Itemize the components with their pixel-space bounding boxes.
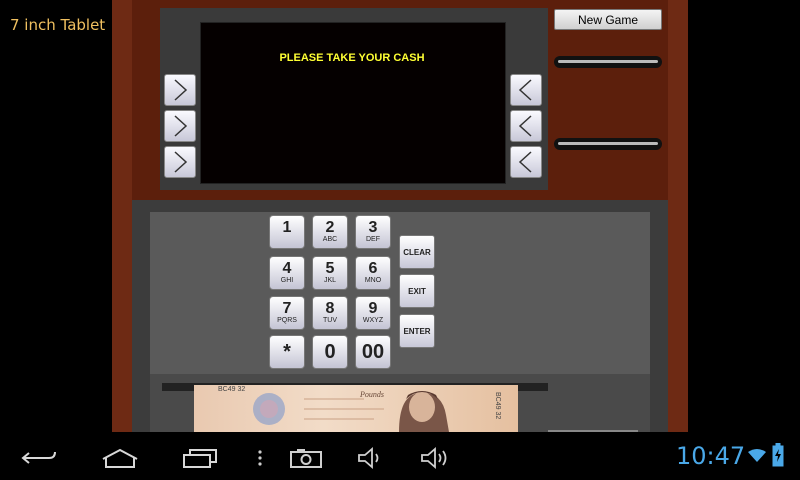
key-8[interactable]: 8 TUV (312, 296, 348, 330)
banknote-serial-vertical: BC49 32 (494, 392, 501, 420)
status-clock: 10:47 (676, 442, 746, 470)
key-6[interactable]: 6 MNO (355, 256, 391, 290)
recent-apps-icon (183, 449, 217, 468)
home-icon (102, 448, 138, 468)
volume-up-icon (421, 447, 447, 469)
atm-screen (200, 22, 506, 184)
key-5[interactable]: 5 JKL (312, 256, 348, 290)
enter-button[interactable]: ENTER (399, 314, 435, 348)
key-1[interactable]: 1 (269, 215, 305, 249)
chevron-left-icon (518, 79, 532, 101)
key-9[interactable]: 9 WXYZ (355, 296, 391, 330)
volume-up-button[interactable] (416, 440, 456, 476)
back-button[interactable] (20, 440, 60, 476)
left-side-button-3[interactable] (164, 146, 196, 178)
key-4[interactable]: 4 GHI (269, 256, 305, 290)
volume-down-icon (358, 447, 379, 469)
new-game-button[interactable]: New Game (554, 9, 662, 30)
chevron-left-icon (518, 151, 532, 173)
key-2[interactable]: 2 ABC (312, 215, 348, 249)
key-7[interactable]: 7 PQRS (269, 296, 305, 330)
left-side-button-2[interactable] (164, 110, 196, 142)
wifi-icon (748, 448, 766, 467)
device-label: 7 inch Tablet (10, 16, 106, 34)
clear-button[interactable]: CLEAR (399, 235, 435, 269)
receipt-slot (554, 138, 662, 150)
battery-icon (772, 443, 784, 471)
chevron-right-icon (174, 151, 188, 173)
screenshot-button[interactable] (286, 440, 326, 476)
key-00[interactable]: 00 (355, 335, 391, 369)
key-0[interactable]: 0 (312, 335, 348, 369)
chevron-right-icon (174, 79, 188, 101)
menu-button[interactable] (252, 440, 268, 476)
home-button[interactable] (98, 440, 142, 476)
back-icon (21, 451, 56, 464)
banknote-pounds-text: Pounds (360, 390, 384, 399)
chevron-right-icon (174, 115, 188, 137)
key-star[interactable]: * (269, 335, 305, 369)
recent-apps-button[interactable] (180, 440, 220, 476)
card-slot (554, 56, 662, 68)
right-side-button-1[interactable] (510, 74, 542, 106)
menu-icon (258, 450, 262, 466)
right-side-button-3[interactable] (510, 146, 542, 178)
key-3[interactable]: 3 DEF (355, 215, 391, 249)
banknote-serial: BC49 32 (218, 386, 246, 393)
right-side-button-2[interactable] (510, 110, 542, 142)
volume-down-button[interactable] (352, 440, 388, 476)
camera-icon (290, 449, 322, 468)
left-side-button-1[interactable] (164, 74, 196, 106)
exit-button[interactable]: EXIT (399, 274, 435, 308)
chevron-left-icon (518, 115, 532, 137)
screen-message: PLEASE TAKE YOUR CASH (279, 52, 425, 64)
